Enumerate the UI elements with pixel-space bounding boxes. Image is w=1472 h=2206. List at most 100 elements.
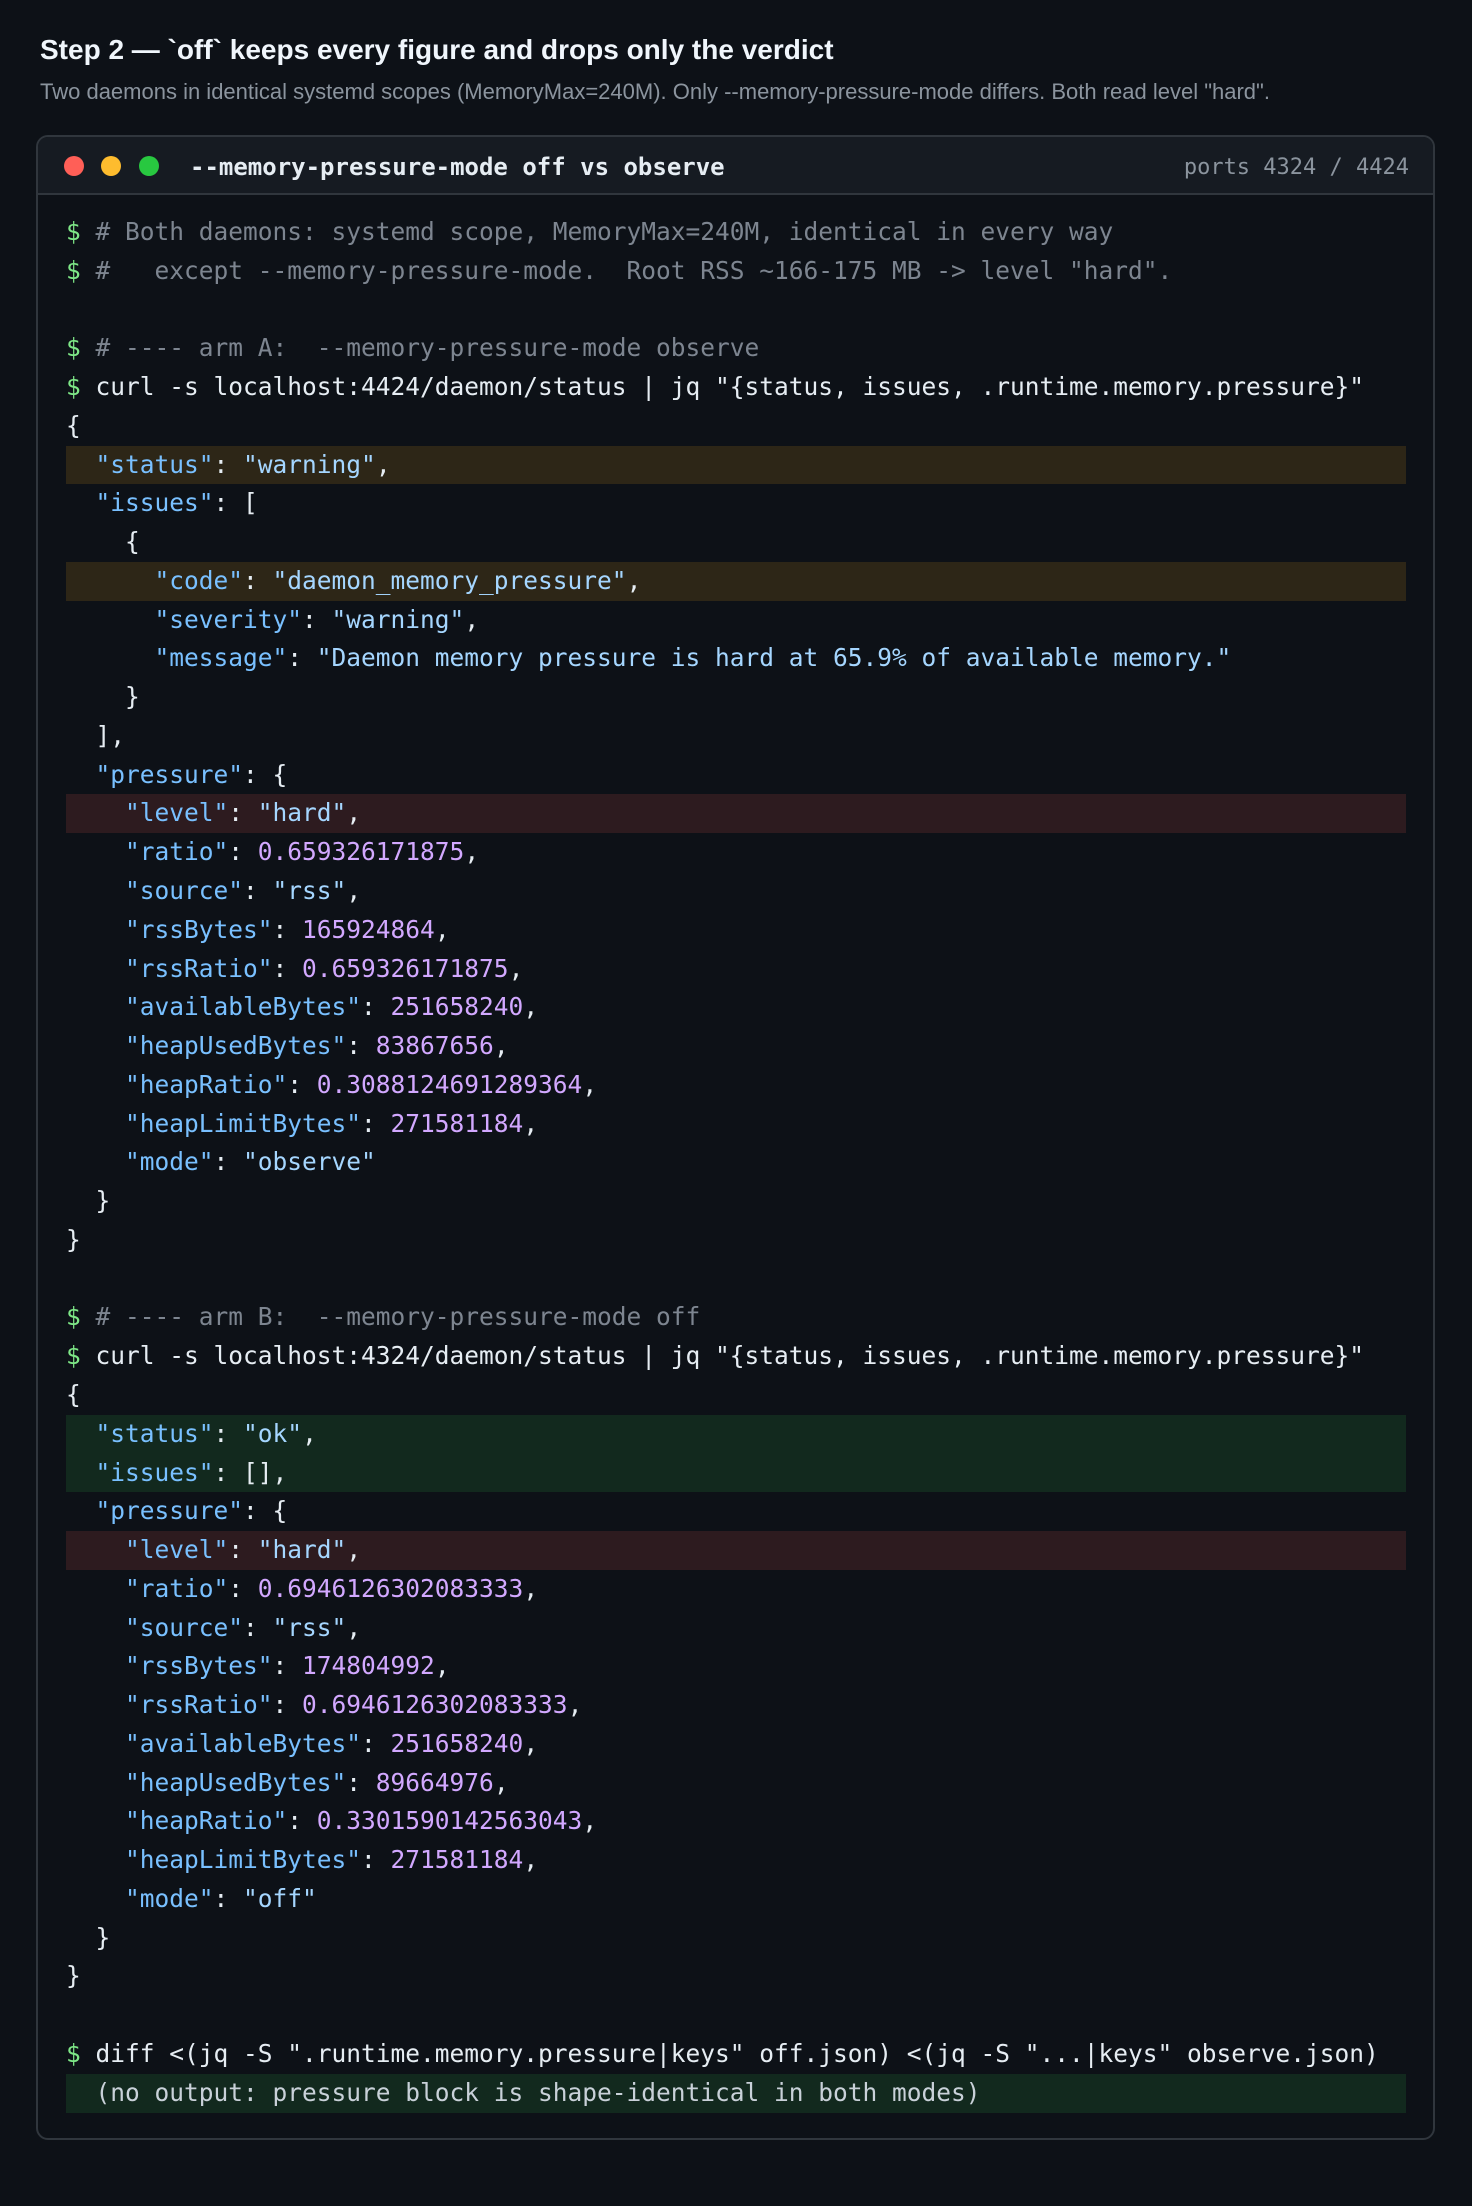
json-key: "heapUsedBytes" [125, 1767, 347, 1797]
json-key: "rssBytes" [125, 914, 273, 944]
output-text: : [361, 992, 391, 1022]
output-text: : [228, 837, 258, 867]
output-text: } [66, 1961, 81, 1991]
output-text: , [493, 1031, 509, 1061]
terminal-line: $ # Both daemons: systemd scope, MemoryM… [66, 213, 1406, 252]
json-key: "heapLimitBytes" [125, 1845, 362, 1875]
output-text: { [66, 1379, 81, 1409]
terminal-line: "source": "rss", [66, 872, 1406, 911]
output-text: { [66, 527, 140, 557]
json-number: 251658240 [390, 1728, 524, 1758]
output-text: } [66, 1922, 111, 1952]
json-number: 271581184 [390, 1845, 524, 1875]
output-text: : [346, 1767, 376, 1797]
json-string: "hard" [257, 798, 347, 828]
terminal-line: "heapLimitBytes": 271581184, [66, 1105, 1406, 1144]
output-text: curl -s localhost:4324/daemon/status | j… [95, 1341, 1365, 1371]
terminal-line: { [66, 1376, 1406, 1415]
terminal-line: "status": "warning", [66, 445, 1406, 485]
json-key: "heapRatio" [125, 1806, 288, 1836]
json-string: "ok" [243, 1418, 303, 1448]
json-string: "rss" [272, 1612, 347, 1642]
page: Step 2 — `off` keeps every figure and dr… [0, 0, 1472, 2206]
maximize-dot-icon[interactable] [139, 156, 159, 176]
output-text: , [567, 1690, 583, 1720]
json-number: 83867656 [375, 1031, 494, 1061]
terminal-line: "mode": "observe" [66, 1143, 1406, 1182]
terminal-line: $ # ---- arm A: --memory-pressure-mode o… [66, 329, 1406, 368]
minimize-dot-icon[interactable] [101, 156, 121, 176]
terminal-line: "level": "hard", [66, 1531, 1406, 1570]
output-text: : [ [213, 488, 258, 518]
output-text: , [434, 1651, 450, 1681]
terminal-line: } [66, 1957, 1406, 1996]
output-text: , [464, 604, 480, 634]
json-key: "heapLimitBytes" [125, 1108, 362, 1138]
json-key: "mode" [125, 1147, 214, 1177]
terminal-line: { [66, 523, 1406, 562]
terminal-line: "rssBytes": 165924864, [66, 911, 1406, 950]
json-key: "level" [125, 1535, 229, 1565]
terminal-line: "mode": "off" [66, 1880, 1406, 1919]
json-key: "rssRatio" [125, 953, 273, 983]
terminal-line: "availableBytes": 251658240, [66, 988, 1406, 1027]
json-key: "rssRatio" [125, 1690, 273, 1720]
json-key: "pressure" [95, 1496, 244, 1526]
output-text: : [], [213, 1457, 288, 1487]
terminal-line: "heapUsedBytes": 89664976, [66, 1764, 1406, 1803]
terminal-line: "status": "ok", [66, 1414, 1406, 1454]
terminal-ports: ports 4324 / 4424 [1183, 155, 1409, 180]
json-key: "message" [154, 643, 288, 673]
json-number: 174804992 [302, 1651, 435, 1681]
terminal-line: } [66, 678, 1406, 717]
terminal-line: $ curl -s localhost:4324/daemon/status |… [66, 1337, 1406, 1376]
output-text: : [287, 643, 317, 673]
output-text: ], [66, 720, 126, 750]
prompt-symbol: $ [66, 1341, 96, 1371]
output-text: , [346, 1612, 362, 1642]
json-number: 0.3088124691289364 [316, 1069, 583, 1099]
terminal-line: $ diff <(jq -S ".runtime.memory.pressure… [66, 2035, 1406, 2074]
terminal-window: --memory-pressure-mode off vs observe po… [36, 135, 1435, 2140]
output-text: : [361, 1108, 391, 1138]
output-text: : [272, 914, 303, 944]
prompt-symbol: $ [66, 255, 96, 285]
output-text: , [464, 837, 480, 867]
output-text: , [582, 1806, 598, 1836]
output-text: : [272, 1651, 303, 1681]
output-text: , [626, 565, 642, 595]
output-text: { [66, 410, 81, 440]
output-text: : [213, 449, 244, 479]
json-key: "level" [125, 798, 229, 828]
terminal-output[interactable]: $ # Both daemons: systemd scope, MemoryM… [66, 213, 1406, 2113]
output-text: : [213, 1418, 244, 1448]
terminal-line: "pressure": { [66, 756, 1406, 795]
output-text: : [213, 1883, 244, 1913]
output-text: } [66, 1186, 111, 1216]
terminal-line: "heapRatio": 0.3088124691289364, [66, 1066, 1406, 1105]
output-text: : [346, 1031, 376, 1061]
output-text: : [361, 1728, 391, 1758]
json-key: "ratio" [125, 1573, 229, 1603]
json-key: "source" [125, 876, 244, 906]
json-key: "issues" [95, 488, 214, 518]
close-dot-icon[interactable] [64, 156, 84, 176]
terminal-line: "rssRatio": 0.6946126302083333, [66, 1686, 1406, 1725]
terminal-line: "level": "hard", [66, 794, 1406, 834]
terminal-line: } [66, 1919, 1406, 1958]
terminal-line: "heapUsedBytes": 83867656, [66, 1027, 1406, 1066]
